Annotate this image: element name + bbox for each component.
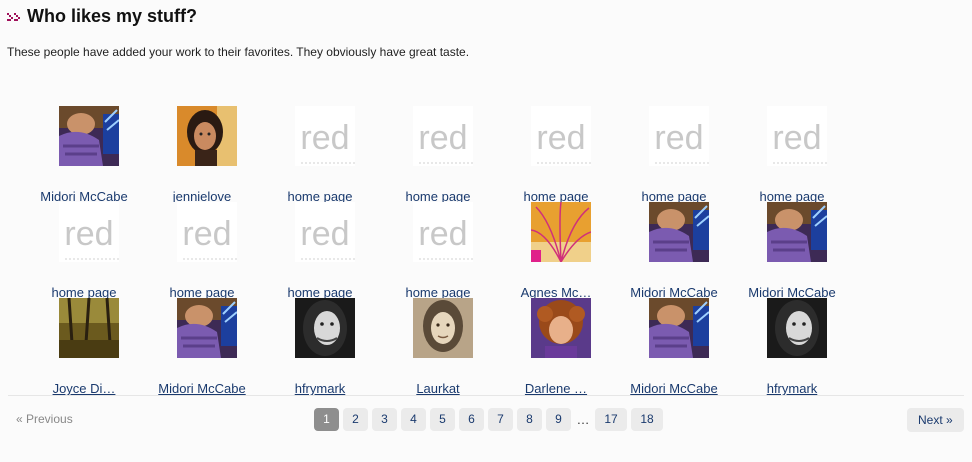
favoriter-name-link[interactable]: Midori McCabe: [615, 285, 733, 298]
pagination: 1 2 3 4 5 6 7 8 9 … 17 18: [314, 408, 667, 431]
current-page-button[interactable]: 1: [314, 408, 339, 431]
page-number-button[interactable]: 7: [488, 408, 513, 431]
favoriter-avatar[interactable]: [649, 298, 709, 358]
page-header: Who likes my stuff?: [6, 6, 197, 27]
page-number-button[interactable]: 4: [401, 408, 426, 431]
favoriter-name-link[interactable]: Midori McCabe: [615, 381, 733, 396]
favoriter-name-link[interactable]: Laurkat: [379, 381, 497, 396]
favoriter-name-link[interactable]: home page: [143, 285, 261, 298]
favoriter-card: home page red: [379, 202, 497, 298]
page-description: These people have added your work to the…: [7, 45, 470, 59]
favoriter-name-link[interactable]: jennielove: [143, 189, 261, 202]
favoriter-avatar[interactable]: [413, 298, 473, 358]
favoriter-card: home page red: [261, 106, 379, 202]
page-number-button[interactable]: 8: [517, 408, 542, 431]
next-page-button[interactable]: Next »: [907, 408, 964, 432]
svg-text:red: red: [182, 215, 231, 253]
favoriter-card: jennielove: [143, 106, 261, 202]
favoriter-card: home page red: [497, 106, 615, 202]
favoriter-card: Darlene …: [497, 298, 615, 396]
previous-page-link[interactable]: « Previous: [16, 412, 73, 426]
svg-text:red: red: [300, 215, 349, 253]
favoriter-card: home page red: [379, 106, 497, 202]
favoriter-name-link[interactable]: home page: [261, 189, 379, 202]
favoriter-card: Midori McCabe: [615, 298, 733, 396]
favoriter-avatar[interactable]: red: [413, 202, 473, 262]
favoriter-name-link[interactable]: home page: [497, 189, 615, 202]
favoriter-card: home page red: [733, 106, 851, 202]
svg-text:red: red: [300, 119, 349, 157]
favoriter-card: hfrymark: [733, 298, 851, 396]
favoriters-grid: Midori McCabe jennielove home page red home …: [25, 106, 865, 396]
double-chevron-bullet-icon: [7, 12, 20, 21]
favoriter-avatar[interactable]: red: [177, 202, 237, 262]
favoriters-row: home page red home page red home page red home…: [25, 202, 865, 298]
page-number-button[interactable]: 5: [430, 408, 455, 431]
pagination-ellipsis: …: [576, 412, 590, 427]
favoriter-name-link[interactable]: Agnes Mc…: [497, 285, 615, 298]
page-number-button[interactable]: 9: [546, 408, 571, 431]
page-number-button[interactable]: 3: [372, 408, 397, 431]
svg-text:red: red: [418, 119, 467, 157]
favoriter-card: Joyce Di…: [25, 298, 143, 396]
favoriter-avatar[interactable]: [767, 202, 827, 262]
favoriter-card: home page red: [615, 106, 733, 202]
favoriter-avatar[interactable]: [295, 298, 355, 358]
svg-text:red: red: [772, 119, 821, 157]
favoriter-avatar[interactable]: [177, 298, 237, 358]
favoriter-avatar[interactable]: red: [413, 106, 473, 166]
favoriter-avatar[interactable]: [649, 202, 709, 262]
favoriter-card: Midori McCabe: [615, 202, 733, 298]
svg-text:red: red: [64, 215, 113, 253]
favoriters-row: Joyce Di… Midori McCabe hfrymark Laurkat Dar…: [25, 298, 865, 396]
favoriter-name-link[interactable]: home page: [261, 285, 379, 298]
favoriter-card: Midori McCabe: [25, 106, 143, 202]
favoriter-name-link[interactable]: hfrymark: [261, 381, 379, 396]
favoriter-card: Midori McCabe: [143, 298, 261, 396]
favoriter-card: hfrymark: [261, 298, 379, 396]
favoriter-card: home page red: [261, 202, 379, 298]
favoriter-card: Agnes Mc…: [497, 202, 615, 298]
favoriter-avatar[interactable]: red: [59, 202, 119, 262]
page-number-button[interactable]: 18: [631, 408, 663, 431]
favoriter-avatar[interactable]: red: [649, 106, 709, 166]
favoriter-avatar[interactable]: red: [767, 106, 827, 166]
favoriter-name-link[interactable]: Midori McCabe: [733, 285, 851, 298]
page-number-button[interactable]: 6: [459, 408, 484, 431]
favoriter-avatar[interactable]: [177, 106, 237, 166]
favoriter-name-link[interactable]: hfrymark: [733, 381, 851, 396]
favoriter-card: Laurkat: [379, 298, 497, 396]
favoriter-name-link[interactable]: home page: [25, 285, 143, 298]
favoriter-card: Midori McCabe: [733, 202, 851, 298]
page-number-button[interactable]: 2: [343, 408, 368, 431]
favoriter-name-link[interactable]: Midori McCabe: [143, 381, 261, 396]
favoriters-row: Midori McCabe jennielove home page red home …: [25, 106, 865, 202]
favoriter-name-link[interactable]: home page: [615, 189, 733, 202]
favoriter-avatar[interactable]: red: [531, 106, 591, 166]
svg-text:red: red: [536, 119, 585, 157]
favoriter-name-link[interactable]: home page: [379, 285, 497, 298]
svg-text:red: red: [654, 119, 703, 157]
favoriter-avatar[interactable]: [59, 298, 119, 358]
favoriter-name-link[interactable]: home page: [733, 189, 851, 202]
page-title: Who likes my stuff?: [27, 6, 198, 26]
favoriter-avatar[interactable]: [531, 298, 591, 358]
favoriter-avatar[interactable]: [767, 298, 827, 358]
favoriter-avatar[interactable]: [531, 202, 591, 262]
favoriter-card: home page red: [25, 202, 143, 298]
favoriter-avatar[interactable]: [59, 106, 119, 166]
favoriter-avatar[interactable]: red: [295, 202, 355, 262]
divider: [8, 395, 964, 396]
favoriter-name-link[interactable]: Midori McCabe: [25, 189, 143, 202]
favoriter-name-link[interactable]: Joyce Di…: [25, 381, 143, 396]
favoriter-avatar[interactable]: red: [295, 106, 355, 166]
svg-text:red: red: [418, 215, 467, 253]
favoriter-name-link[interactable]: home page: [379, 189, 497, 202]
page-number-button[interactable]: 17: [595, 408, 627, 431]
favoriter-card: home page red: [143, 202, 261, 298]
favoriter-name-link[interactable]: Darlene …: [497, 381, 615, 396]
